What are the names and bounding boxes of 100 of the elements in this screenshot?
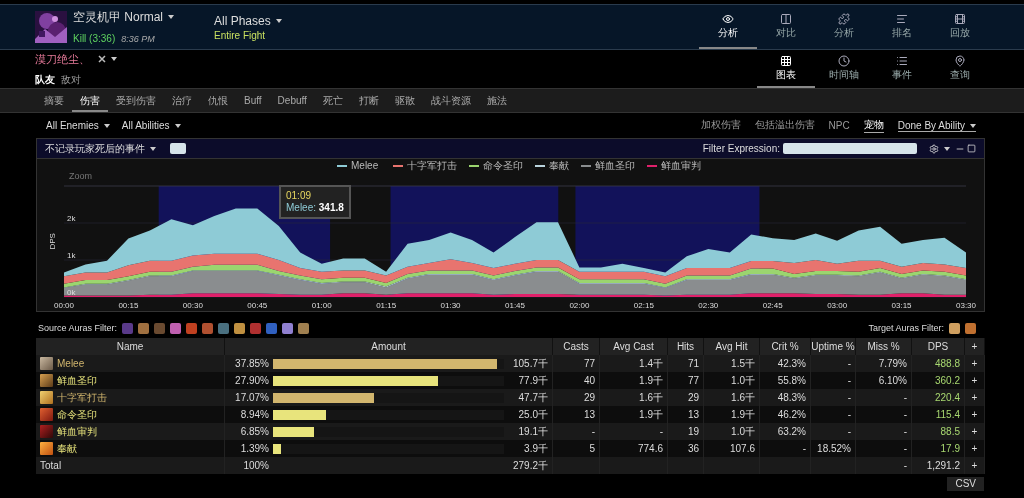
axis-tick-label: 01:15 <box>376 301 397 310</box>
ability-name[interactable]: 鲜血圣印 <box>57 372 97 389</box>
nav-tab[interactable]: 回放 <box>931 5 989 49</box>
aura-icon[interactable] <box>234 322 246 334</box>
aura-icon[interactable] <box>218 322 230 334</box>
table-cell: 18.52% <box>811 440 856 457</box>
column-header[interactable]: DPS <box>912 338 965 355</box>
nav-tab[interactable]: 分析 <box>815 5 873 49</box>
axis-tick-label: 02:00 <box>569 301 590 310</box>
expand-button[interactable]: + <box>965 372 985 389</box>
aura-icon[interactable] <box>298 322 310 334</box>
filter-option[interactable]: NPC <box>828 119 850 132</box>
table-cell: - <box>811 355 856 372</box>
section-tab[interactable]: 战斗资源 <box>422 89 479 112</box>
ability-name[interactable]: 鲜血审判 <box>57 423 97 440</box>
toggle-swatch[interactable] <box>170 143 186 154</box>
table-cell: 77 <box>553 355 600 372</box>
section-tab[interactable]: 仇恨 <box>200 89 236 112</box>
section-tab[interactable]: 死亡 <box>314 89 351 112</box>
section-tab[interactable]: Debuff <box>269 89 315 112</box>
column-header[interactable]: Miss % <box>856 338 912 355</box>
column-header[interactable]: Hits <box>668 338 704 355</box>
legend-label: 鲜血审判 <box>661 160 701 171</box>
csv-button[interactable]: CSV <box>947 477 984 491</box>
legend-item[interactable]: 奉献 <box>534 160 569 171</box>
aura-icon[interactable] <box>965 322 976 334</box>
phase-dropdown[interactable]: All Phases <box>214 13 282 28</box>
amount-text: 105.7千 <box>511 357 548 371</box>
axis-tick-label: 0k <box>67 288 76 297</box>
view-tab[interactable]: 时间轴 <box>815 50 873 88</box>
aura-icon[interactable] <box>170 322 182 334</box>
expand-button[interactable]: + <box>965 389 985 406</box>
column-header[interactable]: Name <box>36 338 225 355</box>
view-tab[interactable]: 查询 <box>931 50 989 88</box>
column-header[interactable]: Avg Hit <box>704 338 760 355</box>
section-tab[interactable]: Buff <box>236 89 270 112</box>
section-tab[interactable]: 摘要 <box>36 89 72 112</box>
aura-icon[interactable] <box>186 322 198 334</box>
expand-button[interactable]: + <box>965 440 985 457</box>
legend-item[interactable]: Melee <box>336 160 379 171</box>
table-cell: 40 <box>553 372 600 389</box>
filter-option[interactable]: 宠物 <box>863 118 884 133</box>
enemies-dropdown[interactable]: All Enemies <box>46 120 110 131</box>
lines-icon <box>896 12 908 25</box>
aura-icon[interactable] <box>949 322 960 334</box>
side-toggle[interactable]: 敌对 <box>61 73 81 85</box>
legend-item[interactable]: 十字军打击 <box>392 160 457 171</box>
legend-item[interactable]: 鲜血圣印 <box>580 160 635 171</box>
filter-option[interactable]: 加权伤害 <box>700 118 741 133</box>
ability-name[interactable]: 十字军打击 <box>57 389 107 406</box>
column-header[interactable]: + <box>965 338 985 355</box>
view-tab[interactable]: 事件 <box>873 50 931 88</box>
ability-name[interactable]: Melee <box>57 355 85 372</box>
table-cell: 115.4 <box>912 406 965 423</box>
column-header[interactable]: Amount <box>225 338 553 355</box>
expand-button[interactable]: + <box>965 457 985 474</box>
section-tab[interactable]: 受到伤害 <box>108 89 164 112</box>
section-tab[interactable]: 驱散 <box>386 89 423 112</box>
column-header[interactable]: Crit % <box>760 338 811 355</box>
view-mode-dropdown[interactable]: Done By Ability <box>897 119 976 132</box>
abilities-dropdown[interactable]: All Abilities <box>121 120 181 131</box>
ability-name[interactable]: 奉献 <box>57 440 77 457</box>
section-tab[interactable]: 打断 <box>350 89 387 112</box>
section-tab[interactable]: 伤害 <box>72 89 108 112</box>
player-name[interactable]: 漠刀绝尘、 <box>35 51 90 67</box>
table-cell: 5 <box>553 440 600 457</box>
legend-item[interactable]: 鲜血审判 <box>646 160 701 171</box>
spell-icon <box>40 374 53 387</box>
filter-expression-field[interactable] <box>783 143 917 154</box>
encounter-dropdown[interactable]: 空灵机甲 Normal <box>73 8 174 26</box>
map-pin-icon <box>954 54 966 67</box>
nav-tab[interactable]: 对比 <box>757 5 815 49</box>
table-cell: 1.9千 <box>600 372 668 389</box>
maximize-icon[interactable] <box>967 144 976 153</box>
aura-icon[interactable] <box>138 322 150 334</box>
table-cell: 7.79% <box>856 355 912 372</box>
nav-tab[interactable]: 排名 <box>873 5 931 49</box>
legend-item[interactable]: 命令圣印 <box>468 160 523 171</box>
legend-label: 奉献 <box>549 160 569 171</box>
section-tab[interactable]: 施法 <box>478 89 515 112</box>
side-toggle[interactable]: 队友 <box>35 73 55 85</box>
ability-name[interactable]: 命令圣印 <box>57 406 97 423</box>
section-tab[interactable]: 治疗 <box>164 89 200 112</box>
column-header[interactable]: Avg Cast <box>600 338 668 355</box>
nav-tab[interactable]: 分析 <box>699 5 757 49</box>
expand-button[interactable]: + <box>965 423 985 440</box>
zoom-label[interactable]: Zoom <box>69 171 92 181</box>
filter-option[interactable]: 包括溢出伤害 <box>754 118 815 133</box>
settings-icon[interactable] <box>929 143 939 154</box>
amount-text: 19.1千 <box>517 425 548 439</box>
aura-icon[interactable] <box>282 322 294 334</box>
split-panel-icon <box>780 12 792 25</box>
column-header[interactable]: Casts <box>553 338 600 355</box>
aura-icon[interactable] <box>202 322 214 334</box>
axis-tick-label: 01:30 <box>440 301 461 310</box>
expand-button[interactable]: + <box>965 406 985 423</box>
death-filter-dropdown[interactable]: 不记录玩家死后的事件 <box>45 141 156 156</box>
expand-button[interactable]: + <box>965 355 985 372</box>
table-cell: 17.9 <box>912 440 965 457</box>
column-header[interactable]: Uptime % <box>811 338 856 355</box>
